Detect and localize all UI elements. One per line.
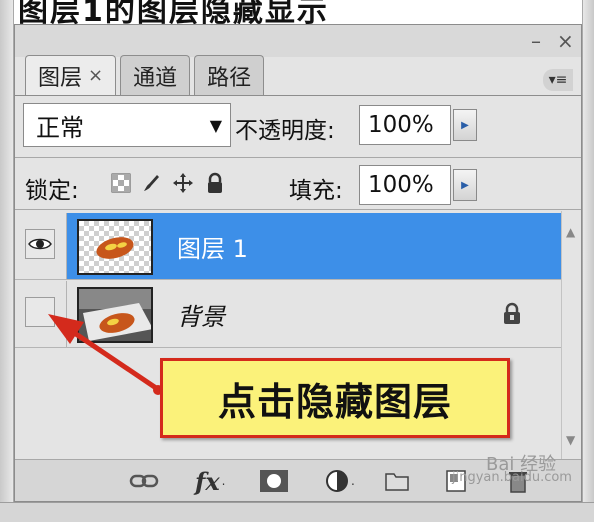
add-mask-icon[interactable]: [259, 466, 289, 496]
fill-field[interactable]: 100%: [359, 165, 451, 205]
layer-style-icon[interactable]: fx .: [195, 466, 225, 496]
callout-box: 点击隐藏图层: [160, 358, 510, 438]
play-arrow-icon: ▶: [461, 119, 469, 131]
bread-image: [96, 237, 134, 259]
eye-icon: [28, 238, 52, 250]
divider: [15, 279, 561, 280]
move-icon[interactable]: [171, 171, 195, 195]
adjustment-layer-icon[interactable]: .: [325, 466, 355, 496]
layer-main[interactable]: 图层 1: [67, 213, 561, 279]
opacity-value: 100%: [368, 112, 434, 138]
divider: [15, 347, 561, 348]
tab-layers-label: 图层: [38, 65, 83, 91]
layer-name: 图层 1: [177, 235, 248, 263]
fill-slider-button[interactable]: ▶: [453, 169, 477, 201]
visibility-cell: [15, 281, 67, 347]
top-banner-cropped: 图层1的图层隐藏显示: [0, 0, 594, 24]
divider: [15, 157, 581, 158]
fill-label: 填充:: [289, 178, 343, 204]
blend-mode-select[interactable]: 正常 ▼: [23, 103, 231, 147]
frame-left-edge: [0, 0, 14, 522]
watermark-text: jingyan.baidu.com: [452, 470, 572, 485]
layer-list-scrollbar[interactable]: ▲ ▼: [561, 211, 581, 459]
layer-thumbnail: [77, 219, 153, 275]
lock-icon: [501, 301, 525, 327]
tab-channels[interactable]: 通道: [120, 55, 191, 95]
banner-text: 图层1的图层隐藏显示: [18, 0, 329, 24]
visibility-toggle[interactable]: [25, 229, 55, 259]
opacity-label: 不透明度:: [235, 118, 335, 144]
opacity-field[interactable]: 100%: [359, 105, 451, 145]
tab-close-icon[interactable]: ×: [88, 65, 103, 86]
folder-icon[interactable]: [385, 466, 409, 496]
layer-name: 背景: [177, 303, 225, 331]
tab-channels-label: 通道: [133, 65, 178, 91]
layer-row-layer1[interactable]: 图层 1: [15, 213, 561, 279]
fill-value: 100%: [368, 172, 434, 198]
layer-row-background[interactable]: 背景: [15, 281, 561, 347]
chevron-down-icon: ▼: [209, 116, 222, 135]
visibility-toggle[interactable]: [25, 297, 55, 327]
dropdown-dot: .: [221, 474, 226, 488]
tab-paths-label: 路径: [207, 65, 252, 91]
blend-mode-value: 正常: [36, 113, 84, 142]
scroll-up-icon[interactable]: ▲: [566, 225, 575, 239]
lock-label: 锁定:: [25, 178, 79, 204]
minimize-button[interactable]: –: [531, 31, 541, 51]
close-button[interactable]: ×: [557, 31, 574, 51]
brush-icon[interactable]: [139, 171, 163, 195]
callout-text: 点击隐藏图层: [217, 379, 452, 424]
opacity-slider-button[interactable]: ▶: [453, 109, 477, 141]
background-photo: [79, 289, 151, 341]
scroll-down-icon[interactable]: ▼: [566, 433, 575, 447]
play-arrow-icon: ▶: [461, 179, 469, 191]
lock-icon[interactable]: [203, 171, 227, 195]
panel-menu-icon[interactable]: ▾≡: [543, 69, 573, 91]
frame-bottom-edge: [0, 502, 594, 522]
dropdown-dot: .: [351, 474, 355, 488]
frame-right-edge: [582, 0, 594, 522]
tab-paths[interactable]: 路径: [194, 55, 265, 95]
panel-titlebar: – ×: [15, 25, 581, 57]
fx-label: fx: [195, 466, 220, 496]
layer-thumbnail: [77, 287, 153, 343]
panel-tabs: 图层 × 通道 路径: [25, 55, 265, 95]
divider: [15, 209, 581, 210]
link-layers-icon[interactable]: [129, 466, 159, 496]
lock-transparent-pixels-icon[interactable]: [109, 171, 133, 195]
tab-layers[interactable]: 图层 ×: [25, 55, 117, 95]
tab-divider: [15, 95, 581, 96]
visibility-cell: [15, 213, 67, 279]
layer-main[interactable]: 背景: [67, 281, 561, 347]
